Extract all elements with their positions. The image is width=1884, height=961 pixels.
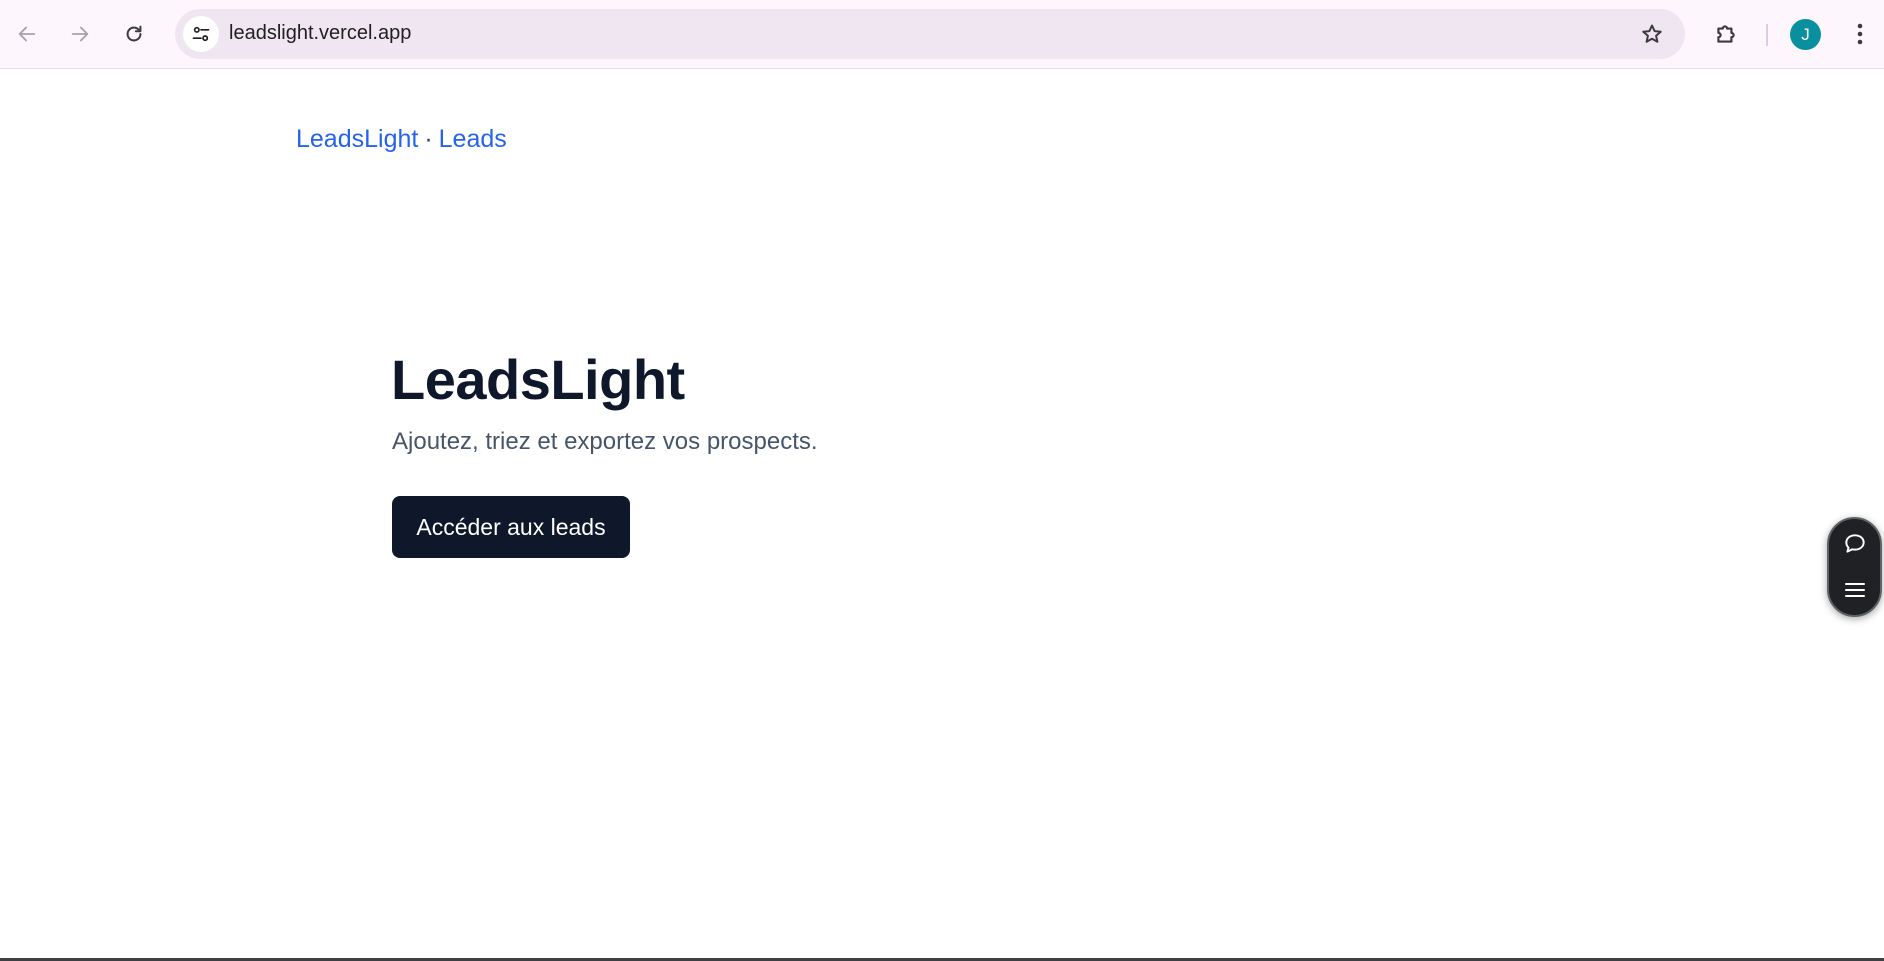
reload-icon — [126, 25, 142, 42]
page-subtitle: Ajoutez, triez et exportez vos prospects… — [392, 428, 818, 455]
browser-toolbar: leadslight.vercel.app J — [0, 0, 1884, 69]
kebab-menu-icon — [1857, 23, 1863, 45]
breadcrumb-leads-link[interactable]: Leads — [439, 125, 507, 153]
star-icon — [1642, 24, 1662, 43]
access-leads-button[interactable]: Accéder aux leads — [392, 496, 630, 558]
toolbar-divider — [1766, 24, 1768, 46]
profile-avatar[interactable]: J — [1790, 19, 1821, 50]
arrow-right-icon — [71, 26, 89, 42]
breadcrumb-home-link[interactable]: LeadsLight — [296, 125, 418, 153]
bookmark-button[interactable] — [1635, 17, 1669, 51]
arrow-left-icon — [18, 26, 36, 42]
breadcrumb-separator: · — [424, 125, 433, 153]
back-button[interactable] — [10, 17, 44, 51]
breadcrumb: LeadsLight · Leads — [296, 125, 507, 154]
address-bar[interactable]: leadslight.vercel.app — [175, 9, 1685, 59]
chat-button[interactable] — [1829, 521, 1880, 567]
puzzle-icon — [1717, 25, 1735, 43]
forward-button[interactable] — [63, 17, 97, 51]
extensions-button[interactable] — [1709, 17, 1743, 51]
hamburger-menu-icon — [1844, 583, 1865, 597]
tune-icon — [192, 26, 210, 42]
chat-bubble-icon — [1844, 534, 1865, 553]
widget-menu-button[interactable] — [1829, 567, 1880, 613]
site-info-button[interactable] — [183, 16, 219, 52]
floating-side-widget — [1827, 517, 1882, 617]
reload-button[interactable] — [117, 17, 151, 51]
browser-menu-button[interactable] — [1845, 17, 1875, 51]
url-text[interactable]: leadslight.vercel.app — [229, 22, 411, 45]
page-title: LeadsLight — [391, 348, 685, 411]
